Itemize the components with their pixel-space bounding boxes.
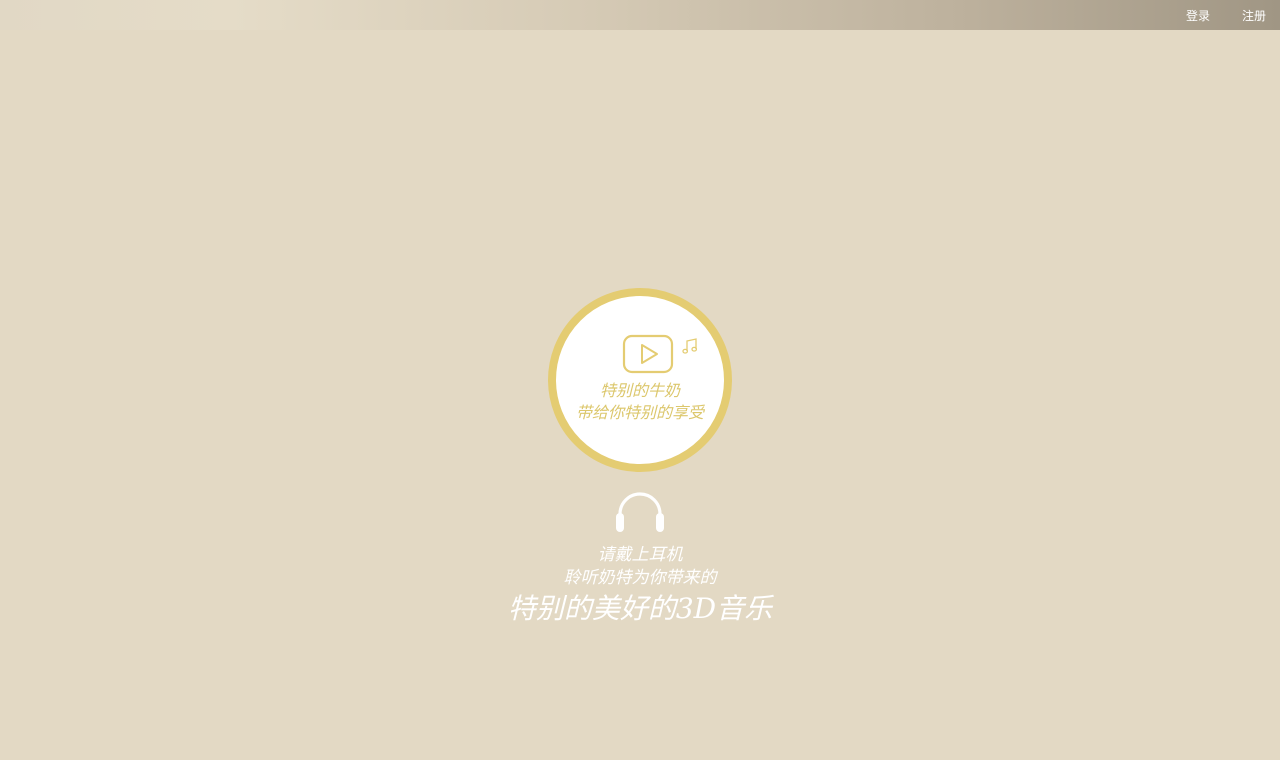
top-nav: 登录 注册 bbox=[1186, 0, 1266, 30]
disc-tagline-1: 特别的牛奶 bbox=[599, 381, 680, 400]
headphones-icon bbox=[616, 492, 664, 532]
register-link[interactable]: 注册 bbox=[1242, 7, 1266, 24]
play-icon[interactable] bbox=[622, 334, 674, 374]
disc-tagline-2: 带给你特别的享受 bbox=[575, 403, 704, 422]
login-link[interactable]: 登录 bbox=[1186, 7, 1210, 24]
play-disc-button[interactable]: 特别的牛奶 带给你特别的享受 bbox=[548, 288, 732, 472]
music-headline: 特别的美好的3D音乐 bbox=[507, 592, 773, 625]
top-bar: 登录 注册 bbox=[0, 0, 1280, 30]
listen-hint: 聆听奶特为你带来的 bbox=[563, 568, 717, 588]
headphone-hint: 请戴上耳机 bbox=[597, 545, 683, 565]
music-note-icon bbox=[682, 338, 698, 354]
